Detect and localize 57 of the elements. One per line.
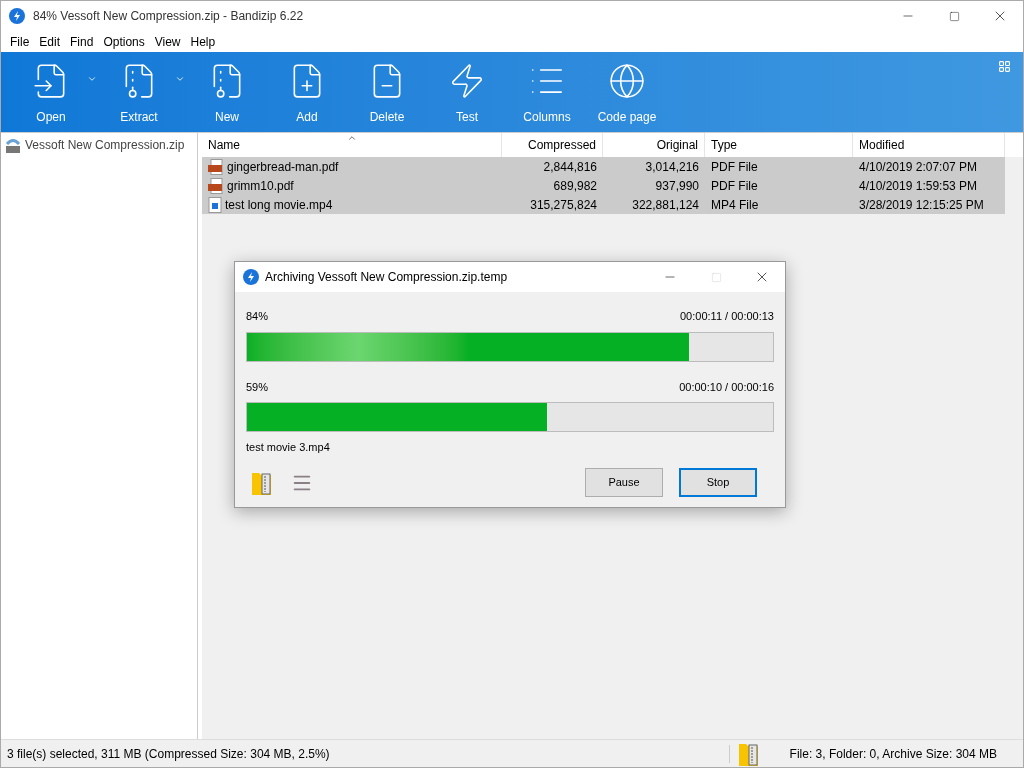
status-text: 3 file(s) selected, 311 MB (Compressed Size: 304 MB, 2.5%) [7, 745, 330, 763]
menu-item[interactable]: Find [65, 32, 99, 51]
table-cell-text: MP4 File [711, 196, 759, 214]
table-cell-text: 689,982 [553, 177, 597, 195]
sort-icon [347, 133, 357, 143]
maximize-icon [710, 271, 722, 283]
table-cell-text: 3,014,216 [645, 158, 699, 176]
toolbar-button[interactable]: New [191, 62, 263, 126]
table-cell-text: 4/10/2019 1:59:53 PM [859, 177, 978, 195]
menu-item[interactable]: Help [185, 32, 221, 51]
elapsed-time: 00:00:11 / 00:00:13 [680, 309, 774, 324]
app-logo-icon [9, 8, 25, 24]
table-row[interactable]: gingerbread-man.pdf 2,844,816 3,014,216 PDF File 4/10/2019 2:07:07 PM [202, 157, 1005, 176]
maximize-icon [948, 10, 960, 22]
table-cell-text: gingerbread-man.pdf [227, 158, 339, 176]
caret-icon[interactable] [175, 74, 185, 84]
dialog-title: Archiving Vessoft New Compression.zip.temp [265, 269, 508, 286]
table-cell-text: 322,881,124 [632, 196, 699, 214]
archive-info: File: 3, Folder: 0, Archive Size: 304 MB [789, 745, 997, 763]
table-cell-text: 315,275,824 [530, 196, 597, 214]
progress-percent: 84% [246, 309, 269, 324]
table-cell-text: PDF File [711, 177, 758, 195]
table-cell-text: grimm10.pdf [227, 177, 294, 195]
globe-icon [608, 62, 646, 100]
table-cell-text: 2,844,816 [543, 158, 597, 176]
table-cell-text: PDF File [711, 158, 758, 176]
menu-item[interactable]: Edit [34, 32, 66, 51]
table-cell-text: 3/28/2019 12:15:25 PM [859, 196, 984, 214]
pdf-file-icon [208, 158, 224, 175]
table-cell-text: test long movie.mp4 [225, 196, 333, 214]
menu-item[interactable]: File [5, 32, 35, 51]
video-file-icon [208, 196, 222, 213]
app-logo-icon [243, 269, 259, 285]
toolbar-button[interactable]: Open [15, 62, 87, 126]
progress-percent: 59% [246, 379, 269, 395]
dialog-button[interactable]: Pause [585, 468, 663, 497]
table-cell-text: 937,990 [655, 177, 699, 195]
toolbar-button[interactable]: Extract [103, 62, 175, 126]
toolbar-button[interactable]: Test [431, 62, 503, 126]
toolbar-button[interactable]: Delete [351, 62, 423, 126]
toolbar-button[interactable]: Columns [511, 62, 583, 126]
elapsed-time: 00:00:10 / 00:00:16 [679, 379, 774, 395]
table-cell-text: 4/10/2019 2:07:07 PM [859, 158, 978, 176]
zip-file-icon [5, 137, 21, 153]
toolbar-button[interactable]: Code page [591, 62, 663, 126]
current-file: test movie 3.mp4 [246, 440, 331, 455]
layout-icon[interactable] [998, 60, 1011, 73]
window-title: 84% Vessoft New Compression.zip - Bandizip 6.22 [33, 8, 304, 25]
caret-icon[interactable] [87, 74, 97, 84]
table-row[interactable]: test long movie.mp4 315,275,824 322,881,124 MP4 File 3/28/2019 12:15:25 PM [202, 195, 1005, 214]
tree-item[interactable]: Vessoft New Compression.zip [5, 136, 197, 154]
dialog-button[interactable]: Stop [679, 468, 757, 497]
toolbar-button[interactable]: Add [271, 62, 343, 126]
menu-item[interactable]: Options [98, 32, 150, 51]
menu-item[interactable]: View [149, 32, 186, 51]
table-row[interactable]: grimm10.pdf 689,982 937,990 PDF File 4/10/2019 1:59:53 PM [202, 176, 1005, 195]
pdf-file-icon [208, 177, 224, 194]
